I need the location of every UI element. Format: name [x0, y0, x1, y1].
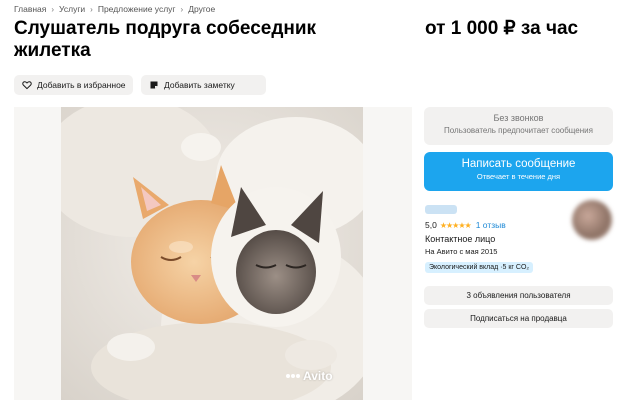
breadcrumb-separator-icon: › — [51, 4, 55, 14]
write-message-label: Написать сообщение — [461, 158, 576, 170]
breadcrumb-services[interactable]: Услуги — [59, 4, 85, 14]
response-time-label: Отвечает в течение дня — [476, 172, 561, 181]
member-since: На Авито с мая 2015 — [425, 247, 498, 256]
avito-logo-icon — [286, 374, 300, 378]
watermark-text: Avito — [303, 369, 333, 383]
note-icon — [149, 80, 159, 90]
breadcrumb-home[interactable]: Главная — [14, 4, 46, 14]
listing-price: от 1 000 ₽ за час — [425, 18, 579, 39]
heart-icon — [22, 80, 32, 90]
rating-value: 5,0 — [425, 220, 437, 230]
write-message-button[interactable]: Написать сообщение Отвечает в течение дн… — [424, 152, 613, 191]
breadcrumb-other[interactable]: Другое — [188, 4, 215, 14]
no-calls-subtitle: Пользователь предпочитает сообщения — [444, 126, 593, 135]
avito-watermark: Avito — [286, 369, 333, 383]
add-to-favorites-label: Добавить в избранное — [37, 80, 126, 90]
eco-badge[interactable]: Экологический вклад ·5 кг CO₂ — [425, 262, 534, 273]
add-note-button[interactable]: Добавить заметку — [141, 75, 266, 95]
no-calls-notice: Без звонков Пользователь предпочитает со… — [424, 107, 613, 145]
breadcrumb-service-offers[interactable]: Предложение услуг — [98, 4, 176, 14]
add-to-favorites-button[interactable]: Добавить в избранное — [14, 75, 133, 95]
no-calls-title: Без звонков — [493, 113, 544, 123]
avatar[interactable] — [572, 200, 612, 240]
seller-ads-button[interactable]: 3 объявления пользователя — [424, 286, 613, 305]
seller-name-link[interactable] — [425, 205, 457, 214]
breadcrumb-separator-icon: › — [90, 4, 93, 14]
rating-stars-icon: ★★★★★ — [439, 220, 472, 230]
breadcrumb-separator-icon: › — [180, 4, 184, 14]
listing-photo — [61, 107, 363, 400]
breadcrumb: Главная › Услуги › Предложение услуг › Д… — [14, 4, 215, 14]
reviews-link[interactable]: 1 отзыв — [476, 220, 506, 230]
listing-title: Слушатель подруга собеседник жилетка — [14, 18, 317, 61]
add-note-label: Добавить заметку — [164, 80, 235, 90]
subscribe-seller-button[interactable]: Подписаться на продавца — [424, 309, 613, 328]
photo-gallery[interactable] — [14, 107, 412, 400]
